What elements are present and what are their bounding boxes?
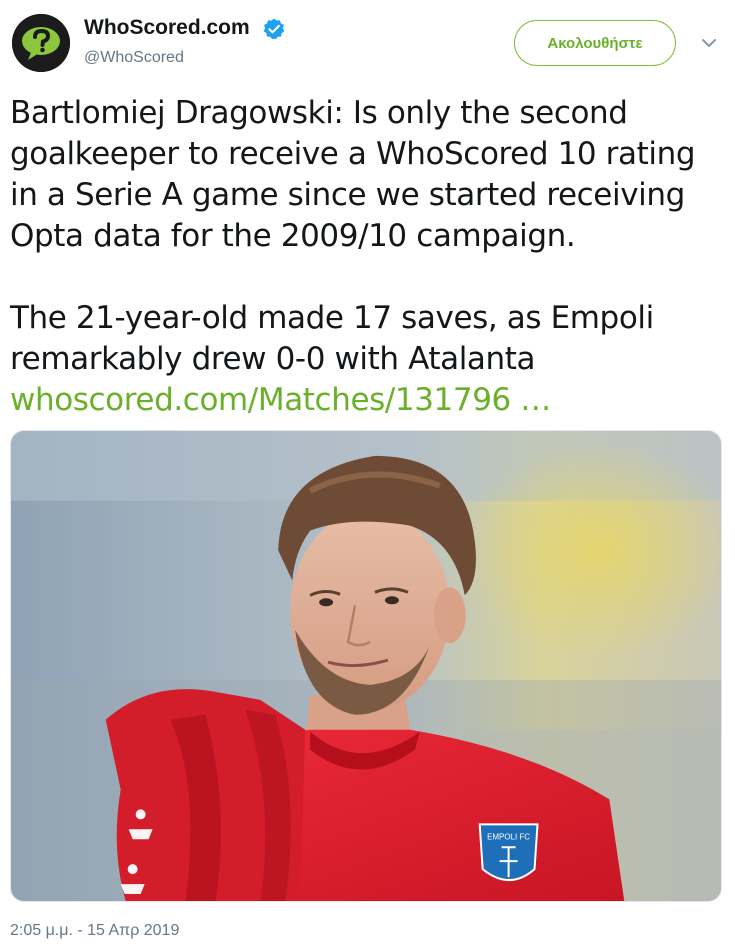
tweet-paragraph-2-text: The 21-year-old made 17 saves, as Empoli…: [10, 300, 654, 377]
whoscored-logo-icon: [12, 14, 70, 72]
tweet-link[interactable]: whoscored.com/Matches/131796 …: [10, 382, 551, 418]
follow-button[interactable]: Ακολουθήστε: [514, 20, 676, 66]
account-handle[interactable]: @WhoScored: [84, 49, 184, 67]
tweet-card: WhoScored.com @WhoScored Ακολουθήστε Bar…: [0, 0, 735, 952]
tweet-paragraph-2: The 21-year-old made 17 saves, as Empoli…: [10, 298, 725, 421]
chevron-down-icon[interactable]: [700, 34, 718, 52]
tweet-timestamp[interactable]: 2:05 μ.μ. - 15 Απρ 2019: [10, 922, 179, 940]
avatar[interactable]: [12, 14, 70, 72]
tweet-paragraph-1: Bartlomiej Dragowski: Is only the second…: [10, 95, 696, 254]
tweet-text: Bartlomiej Dragowski: Is only the second…: [10, 93, 725, 421]
crest-text: EMPOLI FC: [487, 832, 530, 841]
verified-badge-icon: [262, 17, 286, 41]
tweet-photo[interactable]: EMPOLI FC: [10, 430, 722, 902]
display-name[interactable]: WhoScored.com: [84, 16, 250, 40]
